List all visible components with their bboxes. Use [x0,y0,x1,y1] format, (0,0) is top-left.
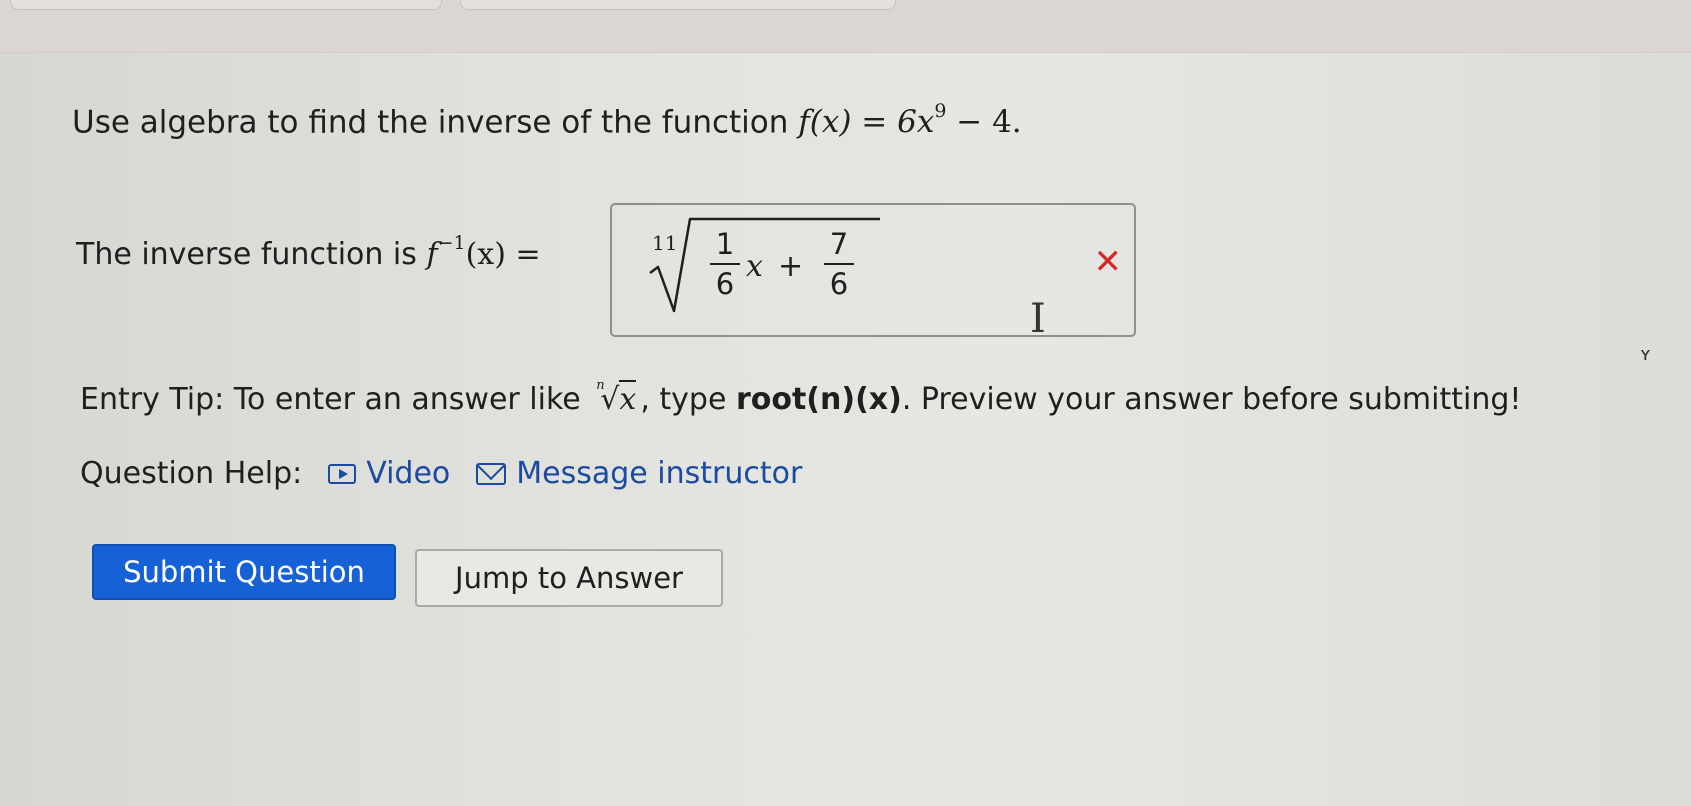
video-icon [328,463,357,484]
message-instructor-link[interactable]: Message instructor [450,456,802,491]
top-tab [10,0,442,10]
text-cursor-icon: I [1030,296,1046,342]
fraction-one-sixth: 1 6 [710,227,740,301]
function-lhs: f(x) = 6x [798,104,935,141]
nth-root-index: n [596,378,605,393]
question-lead: Use algebra to find the inverse of the f… [72,104,789,141]
function-tail: − 4. [946,104,1022,141]
question-help: Question Help: Video Message instructor [80,456,802,491]
entry-tip-syntax: root(n)(x) [735,382,902,417]
inverse-rest: (x) = [465,237,541,272]
plus-sign: + [778,249,804,284]
jump-to-answer-button[interactable]: Jump to Answer [415,549,723,607]
message-instructor-label: Message instructor [516,456,803,491]
incorrect-icon: ✕ [1093,242,1123,282]
submit-question-button[interactable]: Submit Question [92,544,396,600]
video-link[interactable]: Video [302,456,450,491]
root-expression: 11 1 6 x + 7 6 [632,211,882,329]
fraction-seven-sixths: 7 6 [824,227,854,301]
inverse-exponent: −1 [437,232,466,254]
inverse-f: f [426,237,438,272]
answer-input[interactable]: 11 1 6 x + 7 6 I ✕ [610,203,1136,342]
inverse-label: The inverse function is f−1(x) = [76,232,541,272]
nth-root-arg: x [619,380,637,417]
video-link-label: Video [366,456,451,491]
fraction-numerator: 1 [715,227,735,261]
function-exponent: 9 [934,100,947,122]
question-help-label: Question Help: [80,456,303,491]
top-bar [0,0,1691,53]
fraction-denominator: 6 [715,267,735,301]
entry-tip: Entry Tip: To enter an answer like n √x, … [80,378,1522,417]
envelope-icon [476,462,507,485]
top-tab [460,0,896,10]
fraction-numerator: 7 [829,227,849,261]
inverse-lhs: f−1(x) = [426,232,541,272]
entry-tip-middle: , type [640,382,736,417]
fraction-bar [824,263,854,265]
variable-x: x [746,249,763,284]
inverse-label-text: The inverse function is [76,237,417,272]
fraction-denominator: 6 [829,267,849,301]
function-definition: f(x) = 6x9 − 4. [798,100,1022,141]
nth-root-example: n √x [594,378,637,417]
fraction-bar [710,263,740,265]
entry-tip-prefix: Entry Tip: To enter an answer like [80,382,581,417]
root-index: 11 [652,231,678,255]
entry-tip-suffix: . Preview your answer before submitting! [901,382,1522,417]
stray-mark: ʏ [1640,344,1651,365]
question-text: Use algebra to find the inverse of the f… [72,100,1022,141]
